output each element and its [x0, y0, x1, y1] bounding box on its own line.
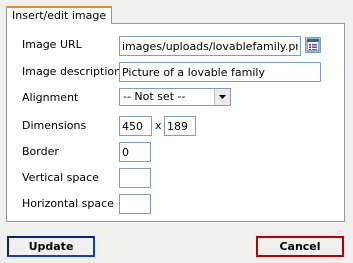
- image-url-input[interactable]: [119, 36, 301, 56]
- update-button[interactable]: Update: [7, 236, 95, 257]
- browse-button[interactable]: [305, 37, 321, 53]
- dimensions-separator: x: [155, 119, 162, 132]
- border-input[interactable]: [119, 142, 151, 162]
- browse-icon: [306, 38, 320, 52]
- alignment-selected-value: -- Not set --: [123, 90, 186, 103]
- vertical-space-label: Vertical space: [22, 171, 99, 184]
- cancel-button[interactable]: Cancel: [256, 236, 344, 257]
- dimensions-label: Dimensions: [22, 119, 87, 132]
- image-properties-panel: Image URL Image description Alignment --…: [6, 23, 345, 222]
- horizontal-space-label: Horizontal space: [22, 197, 114, 210]
- image-description-label: Image description: [22, 65, 122, 78]
- alignment-select[interactable]: -- Not set --: [119, 88, 231, 106]
- horizontal-space-input[interactable]: [119, 194, 151, 214]
- height-input[interactable]: [164, 116, 196, 136]
- alignment-label: Alignment: [22, 91, 79, 104]
- width-input[interactable]: [119, 116, 152, 136]
- chevron-down-icon: [214, 89, 230, 105]
- border-label: Border: [22, 145, 59, 158]
- tab-insert-edit-image[interactable]: Insert/edit image: [6, 6, 112, 24]
- tab-label: Insert/edit image: [12, 9, 107, 22]
- vertical-space-input[interactable]: [119, 168, 151, 188]
- image-description-input[interactable]: [119, 62, 321, 82]
- image-url-label: Image URL: [22, 38, 82, 51]
